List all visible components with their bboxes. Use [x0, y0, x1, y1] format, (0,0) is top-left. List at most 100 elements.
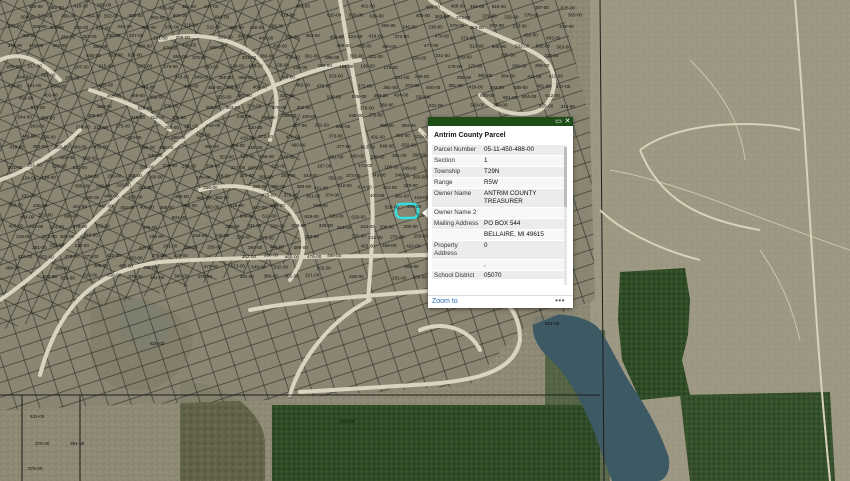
parcel-label: 331-00 [247, 223, 262, 228]
parcel-label: 477-00 [424, 43, 439, 48]
parcel-label: 386-00 [325, 55, 340, 60]
attribute-value: PO BOX 544 [482, 218, 567, 230]
parcel-label: 447-00 [204, 4, 219, 9]
parcel-label: 394-00 [248, 245, 263, 250]
parcel-label: 231-00 [436, 53, 451, 58]
parcel-label: 423-00 [348, 34, 363, 39]
parcel-label: 396-00 [294, 245, 309, 250]
parcel-label: 418-00 [414, 195, 429, 200]
parcel-label: 348-00 [96, 183, 111, 188]
popup-scrollbar[interactable] [564, 147, 567, 285]
parcel-label: 400-00 [9, 224, 24, 229]
parcel-label: 312-00 [42, 234, 57, 239]
parcel-label: 433-00 [99, 83, 114, 88]
parcel-label: 343-00 [175, 75, 190, 80]
parcel-label: 440-00 [141, 84, 156, 89]
parcel-label: 490-00 [273, 44, 288, 49]
more-actions-button[interactable]: ••• [555, 296, 565, 305]
parcel-label: 626-00 [83, 273, 98, 278]
attribute-list[interactable]: Parcel Number 05-11-450-488-00 Section 1 Tow… [432, 145, 567, 279]
close-icon[interactable]: ✕ [563, 117, 572, 126]
parcel-label: 455-00 [248, 145, 263, 150]
parcel-label: 259-00 [207, 245, 222, 250]
parcel-label: 499-00 [61, 14, 76, 19]
parcel-label: 470-00 [286, 134, 301, 139]
scrollbar-thumb[interactable] [564, 147, 567, 207]
parcel-label: 619-00 [281, 13, 296, 18]
parcel-label: 475-00 [262, 193, 277, 198]
parcel-label: 366-00 [75, 183, 90, 188]
parcel-label: 329-00 [470, 103, 485, 108]
parcel-label: 393-00 [8, 203, 23, 208]
parcel-label: 612-00 [215, 15, 230, 20]
parcel-label: 308-00 [493, 103, 508, 108]
parcel-label: 460-00 [196, 195, 211, 200]
parcel-label: 332-00 [504, 14, 519, 19]
parcel-label: 258-00 [336, 124, 351, 129]
parcel-label: 180-00 [204, 65, 219, 70]
parcel-label: 313-00 [561, 104, 576, 109]
parcel-label: 217-00 [231, 165, 246, 170]
parcel-label: 269-00 [281, 173, 296, 178]
parcel-label: 228-00 [52, 163, 67, 168]
parcel-label: 440-00 [85, 195, 100, 200]
parcel-label: 217-00 [28, 63, 43, 68]
parcel-label: 553-00 [220, 155, 235, 160]
parcel-label: 213-00 [368, 235, 383, 240]
parcel-label: 419-00 [18, 254, 33, 259]
parcel-label: 208-00 [380, 224, 395, 229]
parcel-label: 363-00 [435, 14, 450, 19]
parcel-label: 323-00 [329, 73, 344, 78]
parcel-label: 240-00 [302, 114, 317, 119]
parcel-label: 228-00 [349, 274, 364, 279]
parcel-label: 476-00 [307, 254, 322, 259]
parcel-label: 465-00 [107, 93, 122, 98]
parcel-label: 286-00 [203, 185, 218, 190]
parcel-label: 275-00 [390, 235, 405, 240]
parcel-label: 380-00 [174, 274, 189, 279]
parcel-label: 454-00 [394, 93, 409, 98]
parcel-label: 372-00 [395, 34, 410, 39]
parcel-label: 499-00 [231, 143, 246, 148]
parcel-label: 256-00 [193, 233, 208, 238]
parcel-label: 384-00 [297, 184, 312, 189]
parcel-label: 261-00 [315, 123, 330, 128]
parcel-label: 461-00 [537, 83, 552, 88]
parcel-label: 401-00 [44, 93, 59, 98]
parcel-map[interactable]: 400-00 381-00 418-00 393-00 436-00 461-00 447-… [0, 0, 850, 481]
parcel-label: 394-00 [238, 34, 253, 39]
attribute-row: Range R5W [432, 177, 567, 189]
attribute-row: BELLAIRE, MI 49615 [432, 229, 567, 241]
parcel-label: 150-00 [107, 173, 122, 178]
parcel-label: 400-00 [206, 105, 221, 110]
attribute-row: Section 1 [432, 155, 567, 167]
parcel-label: 139-00 [275, 63, 290, 68]
parcel-label: 363-00 [226, 105, 241, 110]
attribute-value: ANTRIM COUNTY TREASURER [482, 188, 567, 208]
parcel-label: 381-00 [150, 275, 165, 280]
parcel-label: 263-00 [305, 234, 320, 239]
parcel-label: 349-00 [395, 173, 410, 178]
parcel-label: 391-00 [70, 441, 85, 446]
parcel-label: 362-00 [52, 43, 67, 48]
parcel-label: 344-00 [303, 173, 318, 178]
parcel-label: 629-00 [349, 13, 364, 18]
parcel-label: 263-00 [470, 25, 485, 30]
parcel-label: 499-00 [374, 93, 389, 98]
parcel-label: 170-00 [468, 64, 483, 69]
parcel-label: 134-00 [22, 175, 37, 180]
parcel-label: 244-00 [360, 224, 375, 229]
parcel-label: 497-00 [253, 205, 268, 210]
parcel-label: 343-00 [372, 173, 387, 178]
parcel-label: 372-00 [259, 134, 274, 139]
maximize-icon[interactable]: ▭ [554, 117, 563, 126]
parcel-label: 393-00 [490, 85, 505, 90]
parcel-label: 460-00 [253, 84, 268, 89]
parcel-label: 380-00 [350, 154, 365, 159]
parcel-label: 376-00 [360, 105, 375, 110]
zoom-to-link[interactable]: Zoom to [432, 298, 458, 305]
parcel-label: 270-00 [490, 23, 505, 28]
parcel-label: 319-00 [184, 23, 199, 28]
parcel-label: 178-00 [448, 64, 463, 69]
parcel-label: 549-00 [251, 264, 266, 269]
